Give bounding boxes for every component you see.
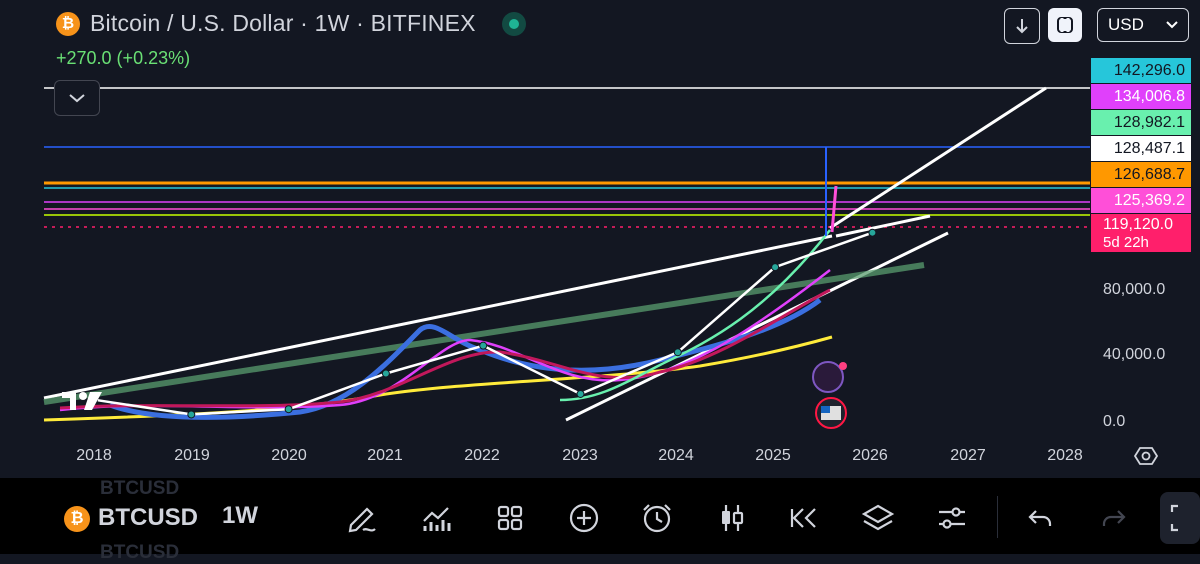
- arrow-down-icon: [1016, 19, 1028, 34]
- toolbar-divider: [997, 496, 998, 538]
- trendline-lower: [565, 231, 949, 422]
- symbol-search-button[interactable]: BTCUSD: [98, 504, 198, 532]
- replay-icon: [790, 508, 816, 528]
- market-status-icon[interactable]: [501, 11, 526, 36]
- chart-type-button[interactable]: [712, 498, 752, 538]
- price-tag-value: 128,487.1: [1113, 139, 1185, 157]
- tradingview-logo: [60, 388, 106, 419]
- x-tick-label: 2023: [562, 447, 598, 464]
- price-point: [187, 410, 196, 419]
- collapse-legend-button[interactable]: [54, 80, 100, 116]
- interval-button[interactable]: 1W: [222, 502, 258, 530]
- x-tick-label: 2021: [367, 447, 403, 464]
- redo-icon: [1102, 510, 1126, 526]
- price-tag[interactable]: 128,982.1: [1091, 110, 1191, 135]
- add-button[interactable]: [564, 498, 604, 538]
- undo-button[interactable]: [1020, 498, 1060, 538]
- drawing-pen-icon: [348, 507, 376, 533]
- price-tag-value: 125,369.2: [1113, 191, 1185, 209]
- price-point: [771, 263, 780, 272]
- settings-sliders-icon: [939, 507, 965, 529]
- price-point: [284, 405, 293, 414]
- redo-button[interactable]: [1094, 498, 1134, 538]
- trendline-channel: [829, 86, 1047, 230]
- chevron-down-icon: [1166, 21, 1178, 29]
- x-tick-label: 2022: [464, 447, 500, 464]
- fullscreen-icon: [1170, 504, 1178, 532]
- price-point: [868, 228, 877, 237]
- candles-icon: [722, 505, 744, 531]
- chart-settings-button[interactable]: [1133, 444, 1159, 473]
- bottom-toolbar: BTCUSD BTCUSD ₿ BTCUSD 1W: [0, 478, 1200, 563]
- symbol-ghost-label: BTCUSD: [100, 478, 180, 499]
- price-tag[interactable]: 128,487.1: [1091, 136, 1191, 161]
- trendline-upper-ext: [835, 214, 931, 238]
- undo-icon: [1028, 510, 1052, 526]
- y-tick-label: 40,000.0: [1103, 346, 1166, 363]
- currency-select[interactable]: USD: [1097, 8, 1189, 42]
- price-tag[interactable]: 134,006.8: [1091, 84, 1191, 109]
- indicators-icon: [423, 507, 451, 531]
- alerts-button[interactable]: [637, 498, 677, 538]
- fullscreen-icon: [1057, 17, 1073, 33]
- price-point: [479, 341, 488, 350]
- x-tick-label: 2024: [658, 447, 694, 464]
- object-tree-button[interactable]: [858, 498, 898, 538]
- settings-button[interactable]: [932, 498, 972, 538]
- trendline-green: [43, 262, 925, 405]
- add-icon: [569, 503, 599, 533]
- price-tag-value: 126,688.7: [1113, 165, 1185, 183]
- alert-clock-icon: [643, 504, 671, 533]
- fullscreen-button[interactable]: [1048, 8, 1082, 42]
- bar-countdown: 5d 22h: [1103, 233, 1149, 251]
- currency-label: USD: [1108, 15, 1144, 34]
- price-tag-value: 134,006.8: [1113, 87, 1185, 105]
- bitcoin-icon: ₿: [64, 506, 90, 532]
- last-price-tag[interactable]: 119,120.0 5d 22h: [1091, 214, 1191, 252]
- symbol-header: ₿ Bitcoin / U.S. Dollar · 1W · BITFINEX: [56, 10, 526, 37]
- layers-icon: [861, 504, 895, 531]
- x-tick-label: 2027: [950, 447, 986, 464]
- x-tick-label: 2026: [852, 447, 888, 464]
- chart-area[interactable]: ₿ Bitcoin / U.S. Dollar · 1W · BITFINEX …: [0, 0, 1200, 478]
- layout-button[interactable]: [490, 498, 530, 538]
- event-dot: [839, 362, 847, 370]
- fullscreen-toggle[interactable]: [1160, 492, 1200, 544]
- last-price-value: 119,120.0: [1103, 215, 1173, 233]
- x-tick-label: 2018: [76, 447, 112, 464]
- y-tick-label: 0.0: [1103, 413, 1126, 430]
- x-tick-label: 2019: [174, 447, 210, 464]
- event-icon: [812, 361, 844, 393]
- download-button[interactable]: [1004, 8, 1040, 44]
- price-point: [673, 348, 682, 357]
- indicators-button[interactable]: [416, 498, 456, 538]
- trendline-upper: [43, 234, 833, 400]
- drawing-tools-button[interactable]: [342, 498, 382, 538]
- price-point: [576, 389, 585, 398]
- replay-button[interactable]: [784, 498, 824, 538]
- price-chart[interactable]: [0, 0, 1090, 478]
- bitcoin-icon: ₿: [56, 11, 80, 36]
- x-tick-label: 2028: [1047, 447, 1083, 464]
- x-tick-label: 2020: [271, 447, 307, 464]
- grid-layout-icon: [497, 505, 523, 531]
- price-tag-value: 142,296.0: [1113, 61, 1185, 79]
- price-tag-value: 128,982.1: [1113, 113, 1185, 131]
- price-change: +270.0 (+0.23%): [56, 48, 191, 68]
- price-tag[interactable]: 142,296.0: [1091, 58, 1191, 83]
- y-tick-label: 80,000.0: [1103, 281, 1166, 298]
- price-tag[interactable]: 125,369.2: [1091, 188, 1191, 213]
- us-flag-icon: [821, 406, 830, 413]
- symbol-ghost-label: BTCUSD: [100, 542, 180, 563]
- chevron-down-icon: [69, 94, 85, 103]
- price-tag[interactable]: 126,688.7: [1091, 162, 1191, 187]
- price-point: [381, 369, 390, 378]
- x-tick-label: 2025: [755, 447, 791, 464]
- chart-title[interactable]: Bitcoin / U.S. Dollar · 1W · BITFINEX: [90, 10, 476, 37]
- gear-icon: [1133, 447, 1159, 465]
